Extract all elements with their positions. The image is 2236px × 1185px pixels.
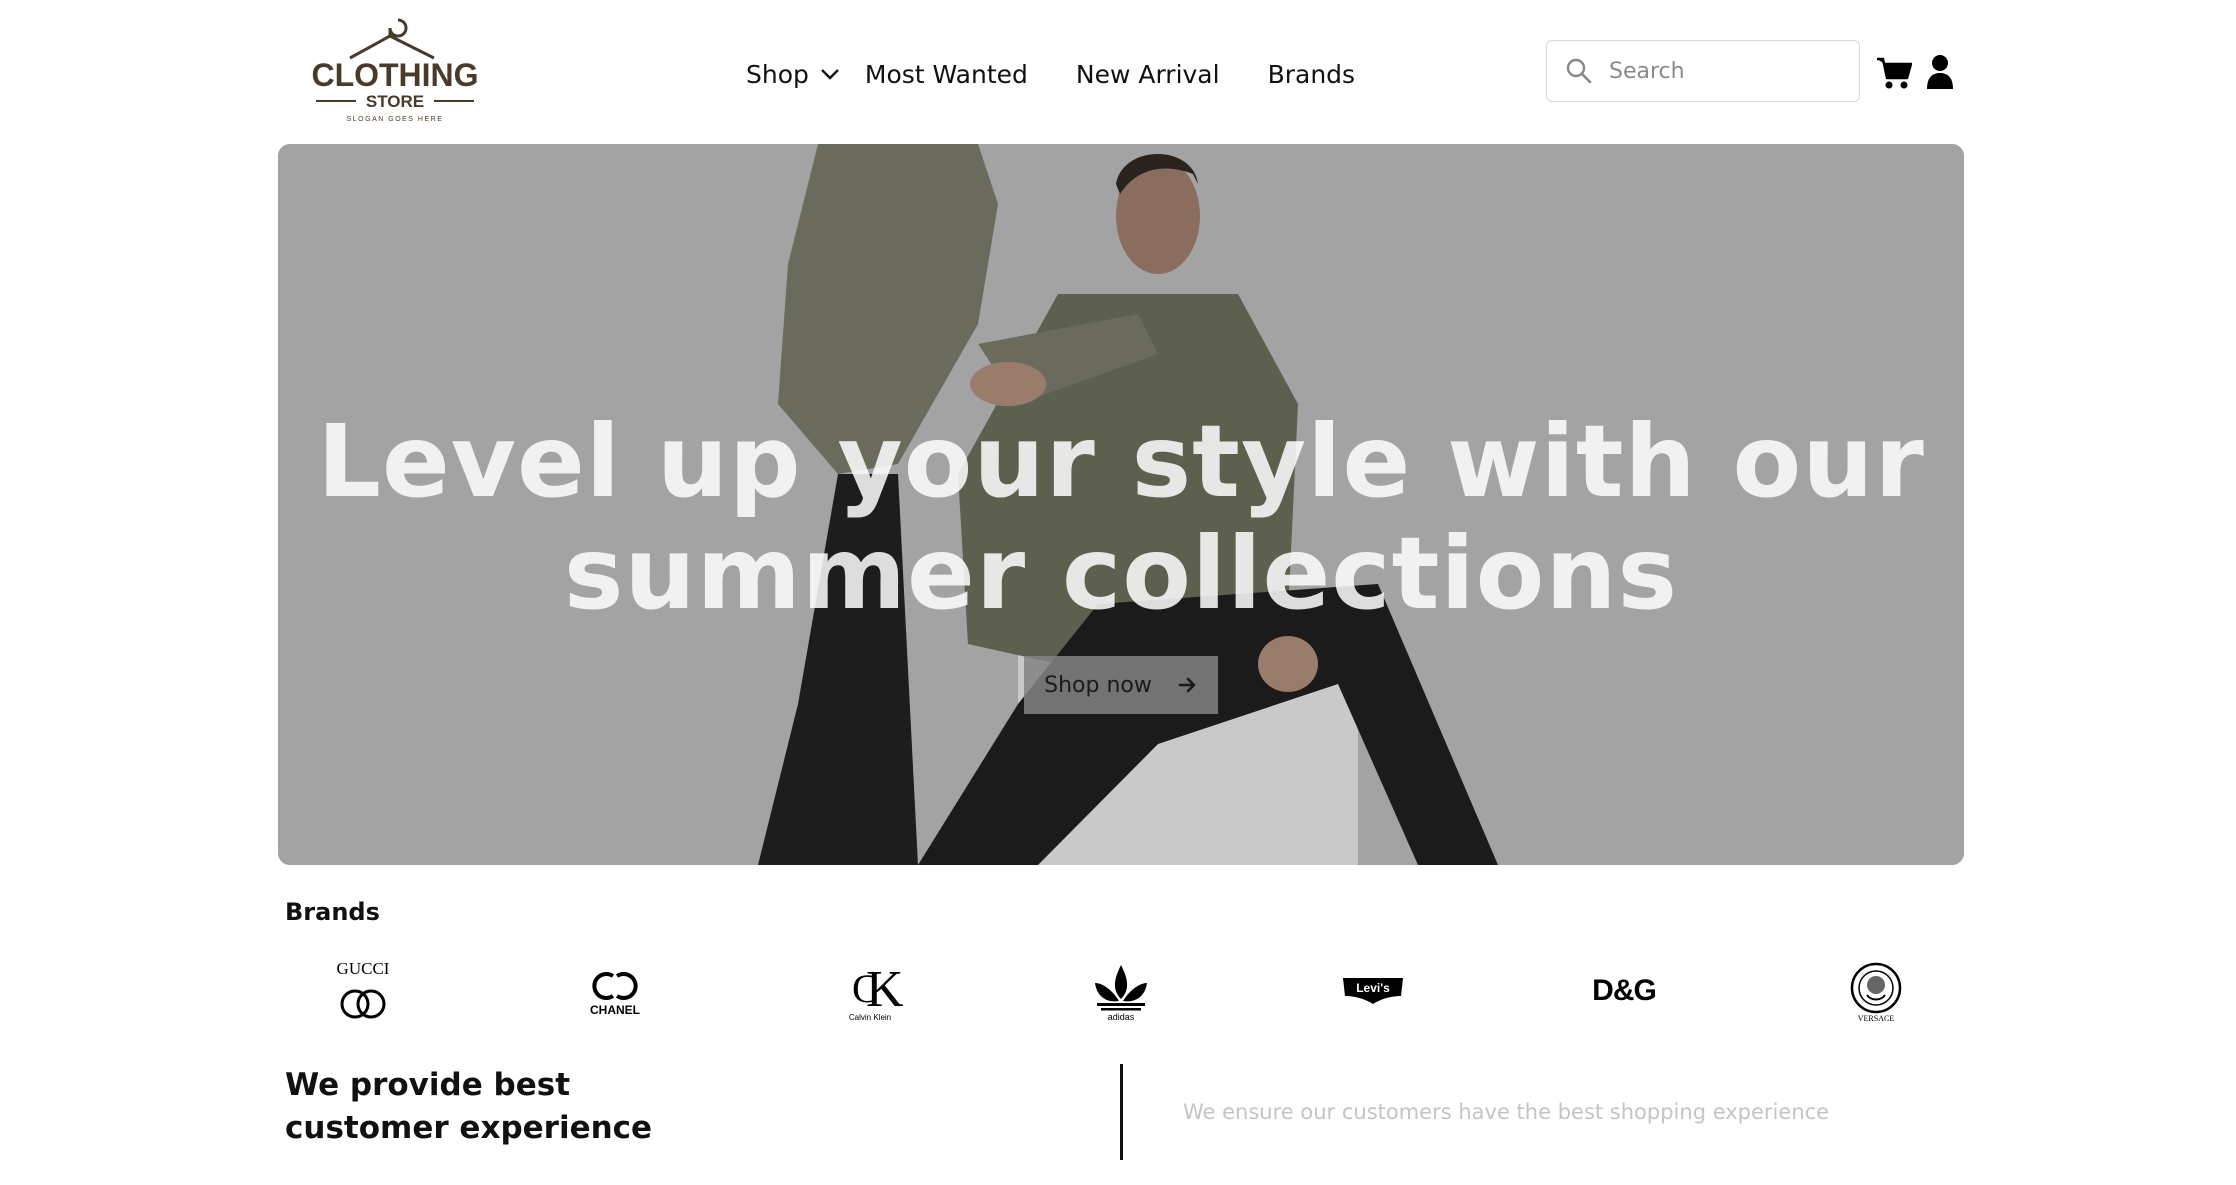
nav-most-wanted[interactable]: Most Wanted bbox=[865, 60, 1028, 89]
search-input[interactable] bbox=[1609, 58, 1839, 84]
hero-title-line2: summer collections bbox=[563, 515, 1679, 632]
versace-logo-icon: VERSACE bbox=[1850, 962, 1902, 1023]
brand-adidas-logo[interactable]: adidas bbox=[1061, 950, 1181, 1030]
experience-heading-line1: We provide best bbox=[285, 1067, 571, 1103]
nav-shop[interactable]: Shop bbox=[746, 60, 841, 89]
brand-levis-logo[interactable]: Levi's bbox=[1313, 950, 1433, 1030]
experience-divider bbox=[1120, 1064, 1123, 1160]
logo-slogan: SLOGAN GOES HERE bbox=[347, 116, 444, 123]
brand-dg-label: D&G bbox=[1592, 974, 1656, 1007]
brand-levis-label: Levi's bbox=[1356, 981, 1390, 995]
hanger-logo-icon: CLOTHING STORE SLOGAN GOES HERE bbox=[311, 18, 479, 123]
search-box bbox=[1546, 40, 1860, 102]
nav-brands[interactable]: Brands bbox=[1268, 60, 1356, 89]
brand-versace-label: VERSACE bbox=[1858, 1014, 1895, 1023]
svg-text:K: K bbox=[866, 961, 904, 1018]
arrow-right-icon bbox=[1178, 677, 1196, 693]
brands-heading: Brands bbox=[285, 898, 380, 926]
brand-calvin-klein-logo[interactable]: C K Calvin Klein bbox=[810, 950, 930, 1030]
brand-chanel-label: CHANEL bbox=[590, 1003, 640, 1017]
hero-banner: Level up your style with our summer coll… bbox=[278, 144, 1964, 865]
nav-shop-label: Shop bbox=[746, 59, 809, 89]
brand-chanel-logo[interactable]: CHANEL bbox=[555, 950, 675, 1030]
adidas-logo-icon: adidas bbox=[1095, 965, 1147, 1022]
search-icon[interactable] bbox=[1565, 57, 1593, 85]
user-icon[interactable] bbox=[1926, 54, 1954, 90]
nav-new-arrival[interactable]: New Arrival bbox=[1076, 60, 1220, 89]
brand-dg-logo[interactable]: D&G bbox=[1564, 950, 1684, 1030]
hero-title-line1: Level up your style with our bbox=[317, 403, 1925, 520]
experience-heading: We provide best customer experience bbox=[285, 1064, 705, 1150]
main-nav: Shop Most Wanted New Arrival Brands bbox=[746, 52, 1355, 96]
shopping-cart-icon[interactable] bbox=[1876, 56, 1912, 90]
experience-text: We ensure our customers have the best sh… bbox=[1183, 1100, 1830, 1124]
gucci-logo-icon: GUCCI bbox=[337, 959, 390, 1019]
brand-versace-logo[interactable]: VERSACE bbox=[1816, 950, 1936, 1030]
brand-gucci-label: GUCCI bbox=[337, 959, 390, 978]
store-logo[interactable]: CLOTHING STORE SLOGAN GOES HERE bbox=[310, 6, 480, 128]
calvin-klein-logo-icon: C K Calvin Klein bbox=[849, 961, 904, 1022]
chanel-logo-icon: CHANEL bbox=[590, 972, 640, 1017]
brand-gucci-logo[interactable]: GUCCI bbox=[303, 950, 423, 1030]
shop-now-label: Shop now bbox=[1044, 672, 1152, 698]
experience-heading-line2: customer experience bbox=[285, 1110, 653, 1146]
hero-title: Level up your style with our summer coll… bbox=[278, 406, 1964, 630]
levis-logo-icon: Levi's bbox=[1343, 978, 1403, 1004]
chevron-down-icon bbox=[821, 69, 839, 80]
dg-logo-icon: D&G bbox=[1592, 974, 1657, 1007]
logo-title: CLOTHING bbox=[311, 57, 478, 93]
logo-subtitle: STORE bbox=[366, 92, 424, 111]
brand-adidas-label: adidas bbox=[1108, 1012, 1135, 1022]
brand-calvin-klein-label: Calvin Klein bbox=[849, 1013, 891, 1022]
shop-now-button[interactable]: Shop now bbox=[1024, 656, 1218, 714]
